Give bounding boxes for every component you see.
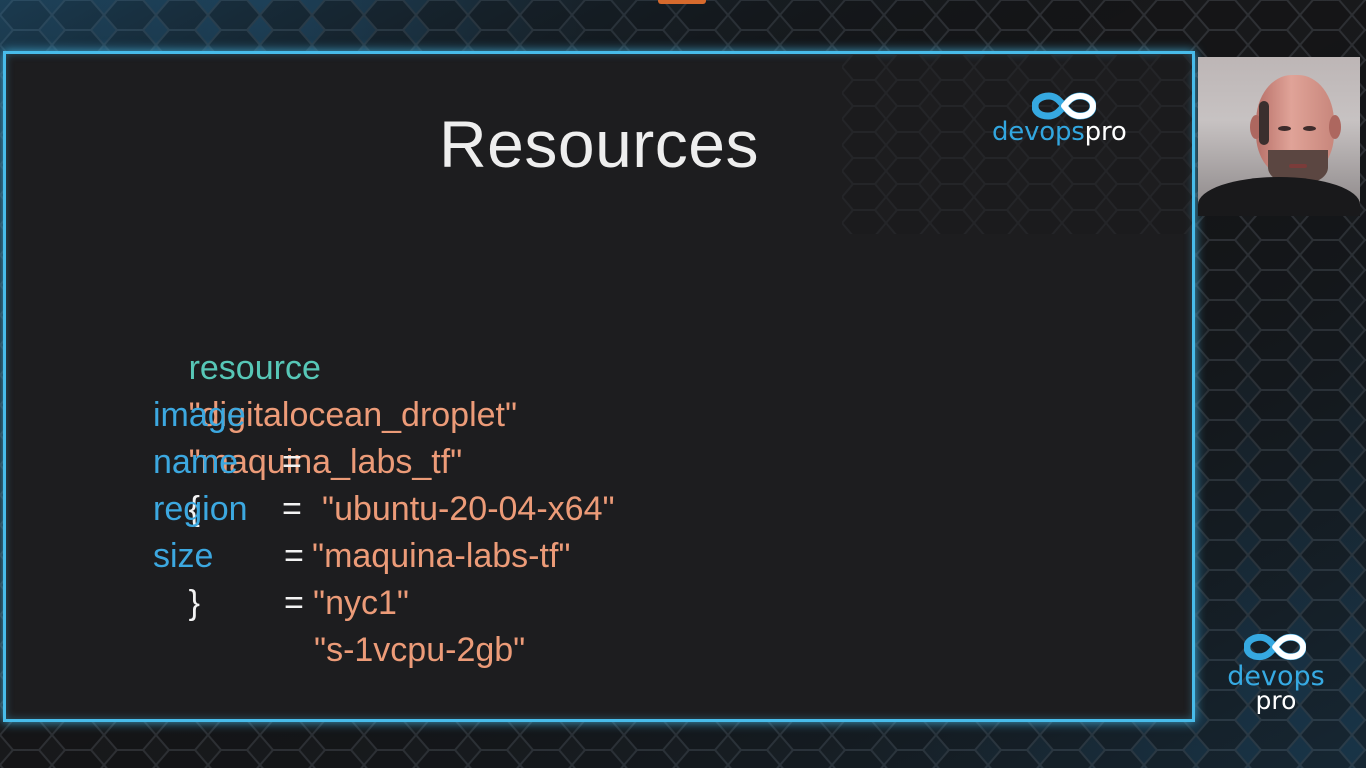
orange-top-marker: [658, 0, 706, 4]
infinity-icon: [1244, 633, 1306, 661]
devopspro-wordmark: devopspro: [992, 117, 1127, 147]
presenter-right-eye: [1303, 126, 1316, 131]
devopspro-corner-logo: devops pro: [1222, 630, 1332, 722]
closing-brace: }: [188, 584, 200, 622]
size-equals: =: [284, 584, 304, 622]
size-field-line: size = "s-1vcpu-2gb": [113, 486, 525, 669]
devopspro-slide-logo: devopspro: [988, 89, 1148, 159]
region-field-line: region = "nyc1": [113, 439, 517, 622]
terraform-code-block: resource "digitalocean_droplet" "maquina…: [113, 298, 615, 669]
name-field-line: name = "maquina-labs-tf": [113, 392, 570, 575]
devops-text: devops: [992, 117, 1085, 147]
size-value: "s-1vcpu-2gb": [314, 631, 526, 669]
corner-pro-text: pro: [1255, 686, 1297, 715]
pro-text: pro: [1084, 117, 1127, 147]
video-stage: Resources devopspro resource "digitaloce…: [0, 0, 1366, 768]
region-value: "nyc1": [313, 584, 409, 622]
image-field-line: image = "ubuntu-20-04-x64": [113, 345, 615, 528]
presenter-shirt: [1198, 177, 1360, 216]
presenter-hair: [1259, 101, 1269, 145]
presenter-right-ear: [1329, 115, 1341, 139]
closing-brace-line: }: [113, 533, 517, 622]
presenter-webcam: [1198, 57, 1360, 216]
presenter-left-eye: [1278, 126, 1291, 131]
resource-declaration-line: resource "digitalocean_droplet" "maquina…: [113, 298, 517, 528]
presentation-slide: Resources devopspro resource "digitaloce…: [3, 51, 1195, 722]
presenter-mouth: [1289, 164, 1307, 168]
